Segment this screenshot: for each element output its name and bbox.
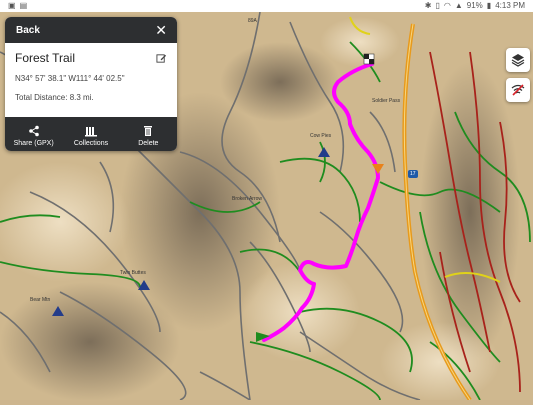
action-bar: Share (GPX) Collections Delete: [5, 117, 177, 151]
edit-icon[interactable]: [156, 53, 167, 64]
map-label-1: Soldier Pass: [372, 98, 401, 104]
back-button[interactable]: Back: [16, 25, 40, 36]
map-label-2: Twin Buttes: [120, 270, 146, 276]
delete-button[interactable]: Delete: [120, 117, 176, 151]
offline-signal-button[interactable]: [506, 78, 530, 102]
wifi-icon: ◠: [443, 1, 451, 10]
share-label: Share (GPX): [13, 140, 54, 147]
layers-icon: [511, 54, 525, 67]
panel-body: Forest Trail N34° 57' 38.1" W111° 44' 02…: [5, 43, 177, 113]
trail-distance: Total Distance: 8.3 mi.: [15, 93, 94, 102]
map-label-4: Broken Arrow: [232, 196, 263, 202]
collections-button[interactable]: Collections: [63, 117, 119, 151]
trash-icon: [144, 126, 153, 136]
vibrate-icon: ▯: [435, 1, 440, 10]
bluetooth-icon: ✱: [424, 1, 432, 10]
wifi-off-icon: [511, 84, 525, 96]
trail-coordinates: N34° 57' 38.1" W111° 44' 02.5": [15, 74, 125, 83]
battery-text: 91%: [466, 1, 483, 10]
highway-shield: 17: [408, 170, 418, 178]
trail-name: Forest Trail: [15, 51, 76, 65]
delete-label: Delete: [138, 140, 159, 147]
panel-header: Back ✕: [5, 17, 177, 43]
collections-label: Collections: [73, 140, 109, 147]
status-bar: ▣ ▤ ✱ ▯ ◠ ▲ 91% ▮ 4:13 PM: [0, 0, 533, 12]
collections-icon: [84, 127, 97, 137]
signal-icon: ▲: [454, 1, 463, 10]
trail-detail-panel: Back ✕ Forest Trail N34° 57' 38.1" W111°…: [5, 17, 177, 151]
clock: 4:13 PM: [495, 1, 525, 10]
picture-icon: ▣: [8, 1, 16, 10]
close-icon[interactable]: ✕: [155, 23, 167, 37]
map-label-3: Bear Mtn: [30, 297, 51, 303]
map-label-5: Cow Pies: [310, 133, 332, 139]
layers-button[interactable]: [506, 48, 530, 72]
battery-icon: ▮: [486, 1, 492, 10]
map-label-highway: 89A: [248, 18, 257, 24]
share-icon: [28, 125, 39, 137]
gallery-icon: ▤: [19, 1, 28, 10]
share-gpx-button[interactable]: Share (GPX): [6, 117, 62, 151]
